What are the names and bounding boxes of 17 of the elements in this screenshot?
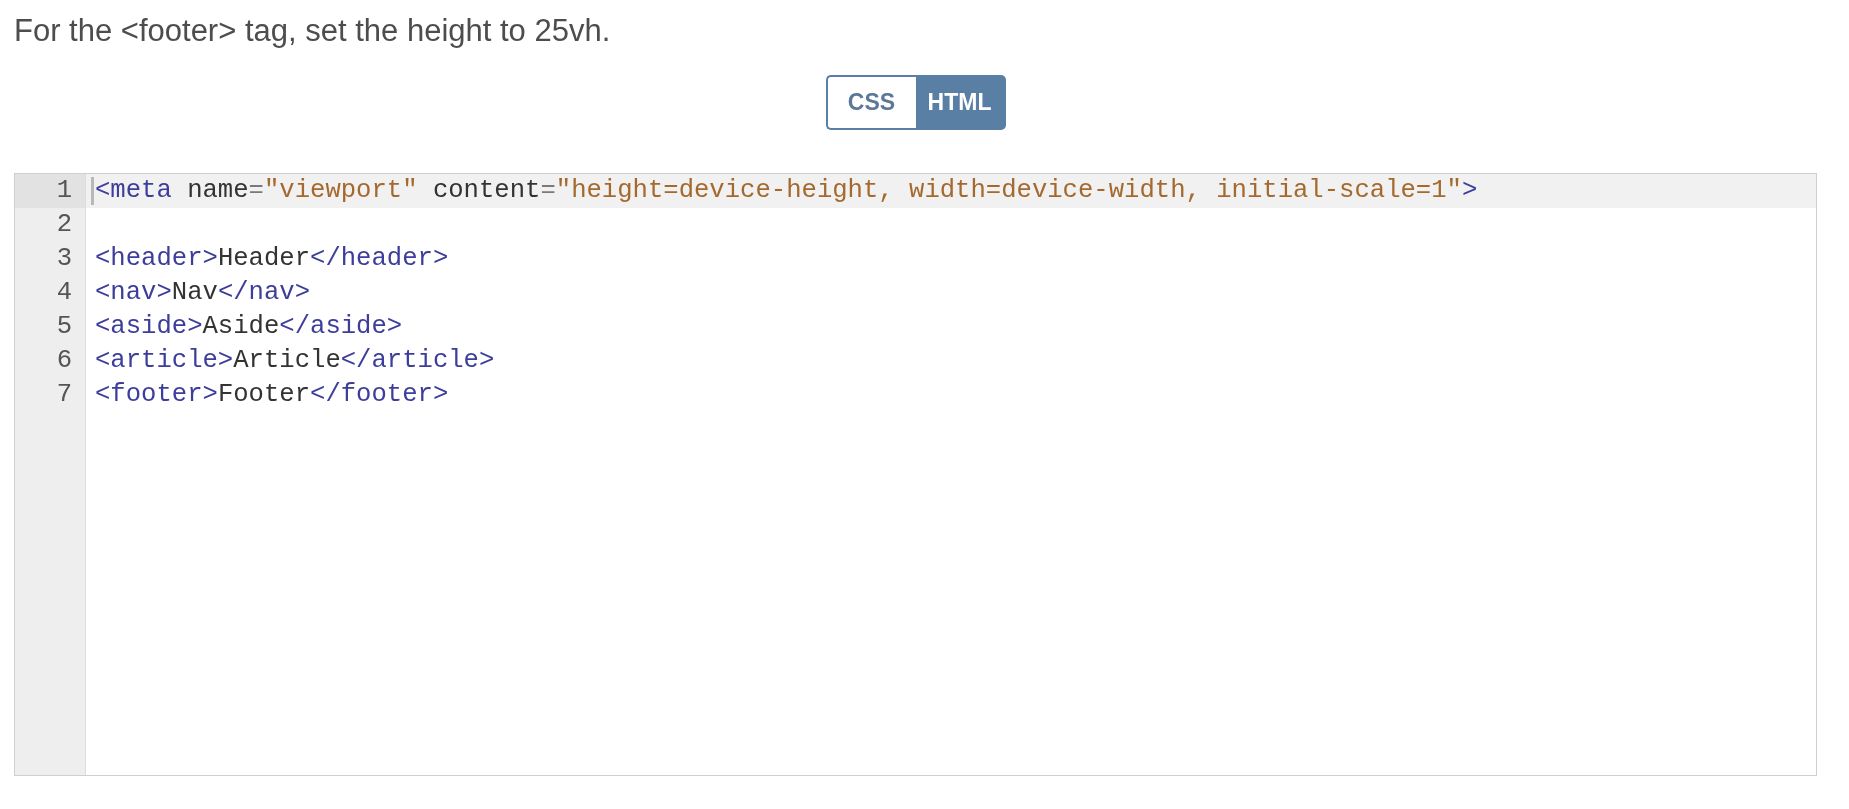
code-editor[interactable]	[14, 173, 1817, 776]
text-cursor-icon	[91, 177, 94, 205]
code-line: <footer>Footer</footer>	[94, 379, 450, 411]
code-line: <nav>Nav</nav>	[94, 277, 312, 309]
line-number: 4	[55, 277, 73, 309]
code-line: <article>Article</article>	[94, 345, 496, 377]
language-tab[interactable]: CSS	[825, 75, 916, 130]
code-line: <header>Header</header>	[94, 243, 450, 275]
line-number: 5	[55, 311, 73, 343]
line-number: 7	[55, 379, 73, 411]
line-number: 1	[15, 174, 85, 208]
line-number: 3	[55, 243, 73, 275]
line-number: 6	[55, 345, 73, 377]
language-tab[interactable]: HTML	[915, 75, 1006, 130]
line-number: 2	[55, 209, 73, 241]
instruction-text: For the <footer> tag, set the height to 25vh.	[14, 12, 611, 50]
code-line: <aside>Aside</aside>	[94, 311, 404, 343]
